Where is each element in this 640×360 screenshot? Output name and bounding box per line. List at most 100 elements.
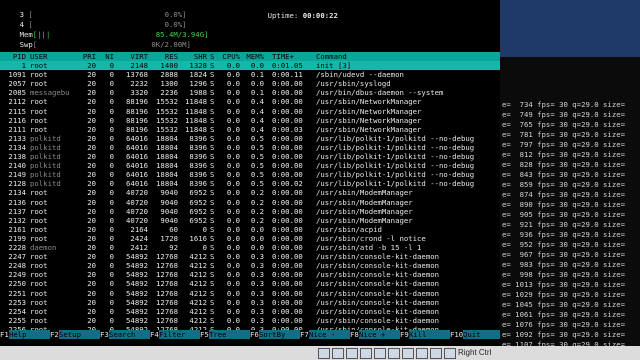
cell-res: 92: [169, 243, 178, 252]
fkey-f9[interactable]: F9: [400, 330, 409, 339]
fkey-f2[interactable]: F2: [50, 330, 59, 339]
cell-virt: 88196: [126, 124, 148, 134]
process-row[interactable]: 2112 root 20 0 88196 15532 11848 S 0.0 0.4 0:00.00…: [0, 97, 500, 106]
process-row[interactable]: 2249 root 20 0 54892 12768 4212 S 0.0 0.3 0:00.00 /…: [0, 270, 500, 279]
cell-time: 0:00.00: [272, 215, 303, 225]
cdrom-icon[interactable]: [332, 348, 344, 359]
cell-cmd: /usr/bin/dbus-daemon --system: [316, 88, 444, 98]
process-row[interactable]: 2137 root 20 0 40720 9040 6952 S 0.0 0.2 0:00.00/u…: [0, 207, 500, 216]
process-row[interactable]: 2251 root 20 0 54892 12768 4212 S 0.0 0.3 0:00.00 /…: [0, 289, 500, 298]
hdd-icon[interactable]: [318, 348, 330, 359]
process-row[interactable]: 2116 root 20 0 88196 15532 11848 S 0.0 0.4 0:00.00…: [0, 116, 500, 125]
cell-res: 9040: [160, 206, 178, 216]
log-line: e= 983 fps= 30 q=29.0 size=: [502, 260, 626, 269]
col-ni[interactable]: NI: [100, 52, 114, 61]
process-row[interactable]: 2115 root 20 0 88196 15532 11848 S 0.0 0.4 0:00.00…: [0, 107, 500, 116]
cell-ni: 0: [109, 115, 114, 125]
col-mem[interactable]: MEM%: [246, 52, 264, 61]
cell-s: S: [210, 188, 215, 198]
display-icon[interactable]: [374, 348, 386, 359]
fkey-label-f1[interactable]: Help: [9, 330, 27, 339]
cell-mem: 0.3: [250, 252, 264, 262]
process-row[interactable]: 2111 root 20 0 88196 15532 11848 S 0.0 0.4 0:00.03…: [0, 125, 500, 134]
process-row[interactable]: 2134 polkitd 20 0 64016 18804 8396 S 0.0 0.5 0:00.…: [0, 143, 500, 152]
process-row[interactable]: 2255 root 20 0 54892 12768 4212 S 0.0 0.3 0:00.00 /…: [0, 316, 500, 325]
cpu-icon[interactable]: [416, 348, 428, 359]
fkey-f6[interactable]: F6: [250, 330, 259, 339]
process-row[interactable]: 2132 root 20 0 40720 9040 6952 S 0.0 0.2 0:00.00/u…: [0, 216, 500, 225]
process-row[interactable]: 2247 root 20 0 54892 12768 4212 S 0.0 0.3 0:00.00 /…: [0, 252, 500, 261]
process-row[interactable]: 2085 messagebu 20 0 3320 2236 1988 S 0.0 0.1 0:00.…: [0, 88, 500, 97]
cell-cmd: /usr/sbin/console-kit-daemon: [316, 297, 440, 307]
fkey-label-f4[interactable]: Filter: [159, 330, 185, 339]
fkey-f8[interactable]: F8: [350, 330, 359, 339]
fkey-label-f6[interactable]: SortBy: [259, 330, 285, 339]
keyboard-icon[interactable]: [444, 348, 456, 359]
mouse-integration-icon[interactable]: [430, 348, 442, 359]
process-row[interactable]: 2136 root 20 0 40720 9040 6952 S 0.0 0.2 0:00.00/u…: [0, 198, 500, 207]
network-icon[interactable]: [388, 348, 400, 359]
process-row[interactable]: 2140 polkitd 20 0 64016 18804 8396 S 0.0 0.5 0:00.…: [0, 161, 500, 170]
process-row[interactable]: 2128 polkitd 20 0 64016 18804 8396 S 0.0 0.5 0:00.…: [0, 179, 500, 188]
process-row[interactable]: 2199 root 20 0 2424 1728 1616 S 0.0 0.0 0:00.00/us…: [0, 234, 500, 243]
col-shr[interactable]: SHR: [181, 52, 207, 61]
cell-cmd: /usr/lib/polkit-1/polkitd --no-debug: [316, 161, 475, 171]
fkey-f10[interactable]: F10: [450, 330, 464, 339]
col-user[interactable]: USER: [30, 52, 48, 61]
log-line: e= 1076 fps= 30 q=29.0 size=: [502, 320, 626, 329]
shared-folder-icon[interactable]: [360, 348, 372, 359]
process-row-selected[interactable]: 1 root 20 0 2148 1400 1328 S 0.0 0.0 0:01.05 init […: [0, 61, 500, 70]
cell-time: 0:00.00: [272, 224, 303, 234]
process-row[interactable]: 2228 daemon 20 0 2412 92 0 S 0.0 0.0 0:00.00/usr/s…: [0, 243, 500, 252]
col-state[interactable]: S: [210, 52, 214, 61]
usb-icon[interactable]: [346, 348, 358, 359]
fkey-label-f3[interactable]: Search: [109, 330, 135, 339]
cell-pid: 2112: [8, 97, 26, 107]
fkey-label-f5[interactable]: Tree: [209, 330, 227, 339]
fkey-f3[interactable]: F3: [100, 330, 109, 339]
process-row[interactable]: 1091 root 20 0 13768 2888 1824 S 0.0 0.1 0:00.11/s…: [0, 70, 500, 79]
htop-terminal[interactable]: 3 [ 0.0%] 4 [ 0.0%] Mem[||| 85.4M/3.94G]…: [0, 0, 500, 346]
process-row[interactable]: 2250 root 20 0 54892 12768 4212 S 0.0 0.3 0:00.00 /…: [0, 279, 500, 288]
fkey-label-f2[interactable]: Setup: [59, 330, 81, 339]
col-time[interactable]: TIME+: [272, 52, 294, 61]
cell-mem: 0.5: [250, 179, 264, 189]
cell-user: root: [30, 61, 48, 70]
fkey-label-f8[interactable]: Nice +: [359, 330, 385, 339]
col-command[interactable]: Command: [316, 52, 347, 61]
process-row[interactable]: 2161 root 20 0 2164 60 0 S 0.0 0.0 0:00.00/usr/sbi…: [0, 225, 500, 234]
record-icon[interactable]: [402, 348, 414, 359]
col-cpu[interactable]: CPU%: [222, 52, 240, 61]
fkey-f5[interactable]: F5: [200, 330, 209, 339]
fkey-label-f10[interactable]: Quit: [463, 330, 481, 339]
process-row[interactable]: 2057 root 20 0 2232 1300 1296 S 0.0 0.0 0:00.00/us…: [0, 79, 500, 88]
col-res[interactable]: RES: [150, 52, 178, 61]
cell-pid: 2132: [8, 215, 26, 225]
cell-res: 18804: [156, 179, 178, 189]
fkey-f1[interactable]: F1: [0, 330, 9, 339]
process-row[interactable]: 2248 root 20 0 54892 12768 4212 S 0.0 0.3 0:00.00 /…: [0, 261, 500, 270]
col-pid[interactable]: PID: [0, 52, 26, 61]
process-row[interactable]: 2253 root 20 0 54892 12768 4212 S 0.0 0.3 0:00.00 /…: [0, 298, 500, 307]
col-virt[interactable]: VIRT: [118, 52, 148, 61]
log-line: e= 921 fps= 30 q=29.0 size=: [502, 220, 626, 229]
cell-pri: 20: [87, 170, 96, 180]
cell-cpu: 0.0: [226, 133, 240, 143]
fkey-f4[interactable]: F4: [150, 330, 159, 339]
cell-pid: 2251: [8, 288, 26, 298]
cell-user: root: [30, 315, 48, 325]
process-row[interactable]: 2149 polkitd 20 0 64016 18804 8396 S 0.0 0.5 0:00.…: [0, 170, 500, 179]
process-row[interactable]: 2134 root 20 0 40720 9040 6952 S 0.0 0.2 0:00.00/u…: [0, 188, 500, 197]
cell-user: root: [30, 306, 48, 316]
cell-time: 0:00.00: [272, 297, 303, 307]
process-row[interactable]: 2138 polkitd 20 0 64016 18804 8396 S 0.0 0.5 0:00.…: [0, 152, 500, 161]
col-pri[interactable]: PRI: [82, 52, 96, 61]
fkey-label-f9[interactable]: Kill: [409, 330, 427, 339]
fkey-f7[interactable]: F7: [300, 330, 309, 339]
cell-res: 1300: [160, 79, 178, 89]
fkey-label-f7[interactable]: Nice -: [309, 330, 335, 339]
cell-cmd: /usr/lib/polkit-1/polkitd --no-debug: [316, 170, 475, 180]
process-row[interactable]: 2254 root 20 0 54892 12768 4212 S 0.0 0.3 0:00.00 /…: [0, 307, 500, 316]
cell-pid: 2138: [8, 152, 26, 161]
process-row[interactable]: 2133 polkitd 20 0 64016 18804 8396 S 0.0 0.5 0:00.…: [0, 134, 500, 143]
